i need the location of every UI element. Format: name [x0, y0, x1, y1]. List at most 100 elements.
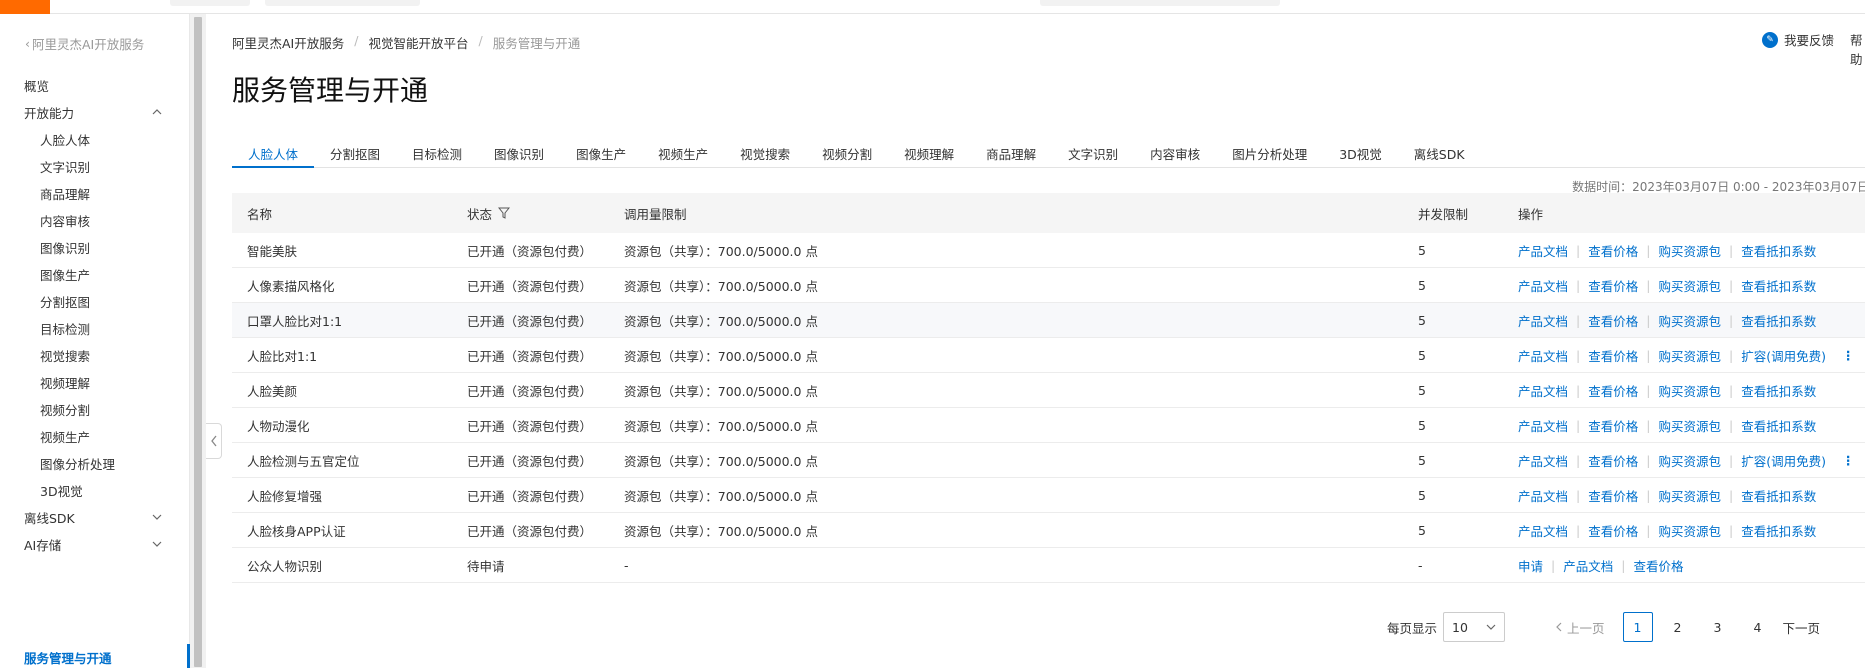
page-number[interactable]: 4	[1743, 612, 1773, 642]
sidebar-subitem[interactable]: 分割抠图	[40, 292, 90, 311]
operation-link[interactable]: 扩容(调用免费)	[1741, 451, 1826, 470]
scrollbar-thumb[interactable]	[194, 17, 202, 667]
sidebar-subitem[interactable]: 视频分割	[40, 400, 90, 419]
next-page-button[interactable]: 下一页	[1783, 618, 1821, 637]
page-size-select[interactable]: 10	[1443, 612, 1506, 642]
operation-link[interactable]: 购买资源包	[1658, 311, 1721, 330]
sidebar-subitem[interactable]: 人脸人体	[40, 130, 90, 149]
sidebar-subitem[interactable]: 目标检测	[40, 319, 90, 338]
tab-offline-sdk[interactable]: 离线SDK	[1398, 134, 1481, 168]
sidebar-subitem[interactable]: 视频生产	[40, 427, 90, 446]
operation-link[interactable]: 查看价格	[1588, 416, 1638, 435]
operation-link[interactable]: 产品文档	[1518, 416, 1568, 435]
sidebar-subitem[interactable]: 文字识别	[40, 157, 90, 176]
operation-link[interactable]: 扩容(调用免费)	[1741, 346, 1826, 365]
operation-link[interactable]: 产品文档	[1518, 381, 1568, 400]
sidebar-subitem[interactable]: 图像识别	[40, 238, 90, 257]
breadcrumb-item[interactable]: 阿里灵杰AI开放服务	[232, 33, 344, 52]
sidebar-subitem[interactable]: 图像分析处理	[40, 454, 115, 473]
tab-video-production[interactable]: 视频生产	[642, 134, 724, 168]
sidebar-item-open-capabilities[interactable]: 开放能力	[24, 103, 74, 122]
pagination: 每页显示 10 上一页 1 2 3 4 下一页	[1387, 612, 1820, 642]
operation-link[interactable]: 购买资源包	[1658, 241, 1721, 260]
page-number[interactable]: 3	[1703, 612, 1733, 642]
tab-ocr[interactable]: 文字识别	[1052, 134, 1134, 168]
operation-link[interactable]: 产品文档	[1518, 451, 1568, 470]
top-search-placeholder[interactable]	[1040, 0, 1280, 6]
tab-object-detection[interactable]: 目标检测	[396, 134, 478, 168]
operation-link[interactable]: 产品文档	[1518, 521, 1568, 540]
operation-link[interactable]: 查看价格	[1588, 241, 1638, 260]
service-operations: 产品文档 | 查看价格 | 购买资源包 | 扩容(调用免费)	[1518, 338, 1865, 372]
operation-link[interactable]: 购买资源包	[1658, 416, 1721, 435]
operation-link[interactable]: 产品文档	[1518, 486, 1568, 505]
operation-link[interactable]: 购买资源包	[1658, 521, 1721, 540]
top-nav-placeholder	[265, 0, 420, 6]
tab-video-understanding[interactable]: 视频理解	[888, 134, 970, 168]
filter-icon[interactable]	[498, 207, 511, 219]
sidebar-collapse-button[interactable]	[206, 423, 222, 459]
sidebar-subitem[interactable]: 图像生产	[40, 265, 90, 284]
operation-link[interactable]: 查看抵扣系数	[1741, 311, 1816, 330]
feedback-button[interactable]: ✎ 我要反馈	[1762, 30, 1834, 49]
sidebar-scrollbar[interactable]	[190, 14, 206, 668]
help-link[interactable]: 帮助	[1850, 30, 1865, 68]
operation-link[interactable]: 查看价格	[1588, 381, 1638, 400]
sidebar-back-link[interactable]: ‹ 阿里灵杰AI开放服务	[25, 34, 144, 53]
operation-link[interactable]: 查看价格	[1588, 451, 1638, 470]
column-header-status[interactable]: 状态	[467, 193, 624, 233]
operation-link[interactable]: 购买资源包	[1658, 346, 1721, 365]
tab-image-analysis[interactable]: 图片分析处理	[1216, 134, 1323, 168]
sidebar-item-service-management[interactable]: 服务管理与开通	[24, 648, 112, 667]
prev-page-button[interactable]: 上一页	[1555, 618, 1605, 637]
operation-link[interactable]: 查看抵扣系数	[1741, 276, 1816, 295]
chevron-up-icon[interactable]	[150, 105, 164, 119]
sidebar-subitem[interactable]: 视觉搜索	[40, 346, 90, 365]
sidebar-subitem[interactable]: 3D视觉	[40, 481, 83, 500]
operation-link[interactable]: 购买资源包	[1658, 276, 1721, 295]
sidebar-subitem[interactable]: 内容审核	[40, 211, 90, 230]
tab-image-recognition[interactable]: 图像识别	[478, 134, 560, 168]
operation-link[interactable]: 查看抵扣系数	[1741, 521, 1816, 540]
tab-video-segmentation[interactable]: 视频分割	[806, 134, 888, 168]
operation-link[interactable]: 产品文档	[1563, 556, 1613, 575]
sidebar-item-overview[interactable]: 概览	[24, 76, 49, 95]
operation-link[interactable]: 产品文档	[1518, 241, 1568, 260]
tab-3d-vision[interactable]: 3D视觉	[1323, 134, 1398, 168]
sidebar-item-offline-sdk[interactable]: 离线SDK	[24, 508, 75, 527]
operation-link[interactable]: 查看抵扣系数	[1741, 241, 1816, 260]
brand-logo[interactable]	[0, 0, 50, 14]
tab-content-moderation[interactable]: 内容审核	[1134, 134, 1216, 168]
tab-image-production[interactable]: 图像生产	[560, 134, 642, 168]
more-options-icon[interactable]: ⋮	[1842, 453, 1855, 468]
operation-link[interactable]: 产品文档	[1518, 311, 1568, 330]
operation-link[interactable]: 产品文档	[1518, 276, 1568, 295]
operation-link[interactable]: 产品文档	[1518, 346, 1568, 365]
sidebar-subitem[interactable]: 视频理解	[40, 373, 90, 392]
chevron-down-icon[interactable]	[150, 510, 164, 524]
tab-face-body[interactable]: 人脸人体	[232, 134, 315, 168]
page-number[interactable]: 2	[1663, 612, 1693, 642]
operation-link[interactable]: 申请	[1518, 556, 1543, 575]
tab-product-understanding[interactable]: 商品理解	[970, 134, 1052, 168]
chevron-down-icon[interactable]	[150, 537, 164, 551]
operation-link[interactable]: 查看价格	[1633, 556, 1683, 575]
operation-link[interactable]: 查看抵扣系数	[1741, 416, 1816, 435]
operation-link[interactable]: 查看价格	[1588, 486, 1638, 505]
operation-link[interactable]: 查看抵扣系数	[1741, 486, 1816, 505]
more-options-icon[interactable]: ⋮	[1842, 348, 1855, 363]
operation-link[interactable]: 查看价格	[1588, 276, 1638, 295]
tab-visual-search[interactable]: 视觉搜索	[724, 134, 806, 168]
breadcrumb-item[interactable]: 视觉智能开放平台	[368, 33, 468, 52]
sidebar-subitem[interactable]: 商品理解	[40, 184, 90, 203]
operation-link[interactable]: 购买资源包	[1658, 381, 1721, 400]
operation-link[interactable]: 查看价格	[1588, 521, 1638, 540]
sidebar-item-ai-storage[interactable]: AI存储	[24, 535, 61, 554]
operation-link[interactable]: 查看价格	[1588, 346, 1638, 365]
operation-link[interactable]: 查看抵扣系数	[1741, 381, 1816, 400]
tab-segmentation[interactable]: 分割抠图	[314, 134, 396, 168]
operation-link[interactable]: 查看价格	[1588, 311, 1638, 330]
operation-link[interactable]: 购买资源包	[1658, 451, 1721, 470]
operation-link[interactable]: 购买资源包	[1658, 486, 1721, 505]
page-number-current[interactable]: 1	[1622, 612, 1653, 642]
